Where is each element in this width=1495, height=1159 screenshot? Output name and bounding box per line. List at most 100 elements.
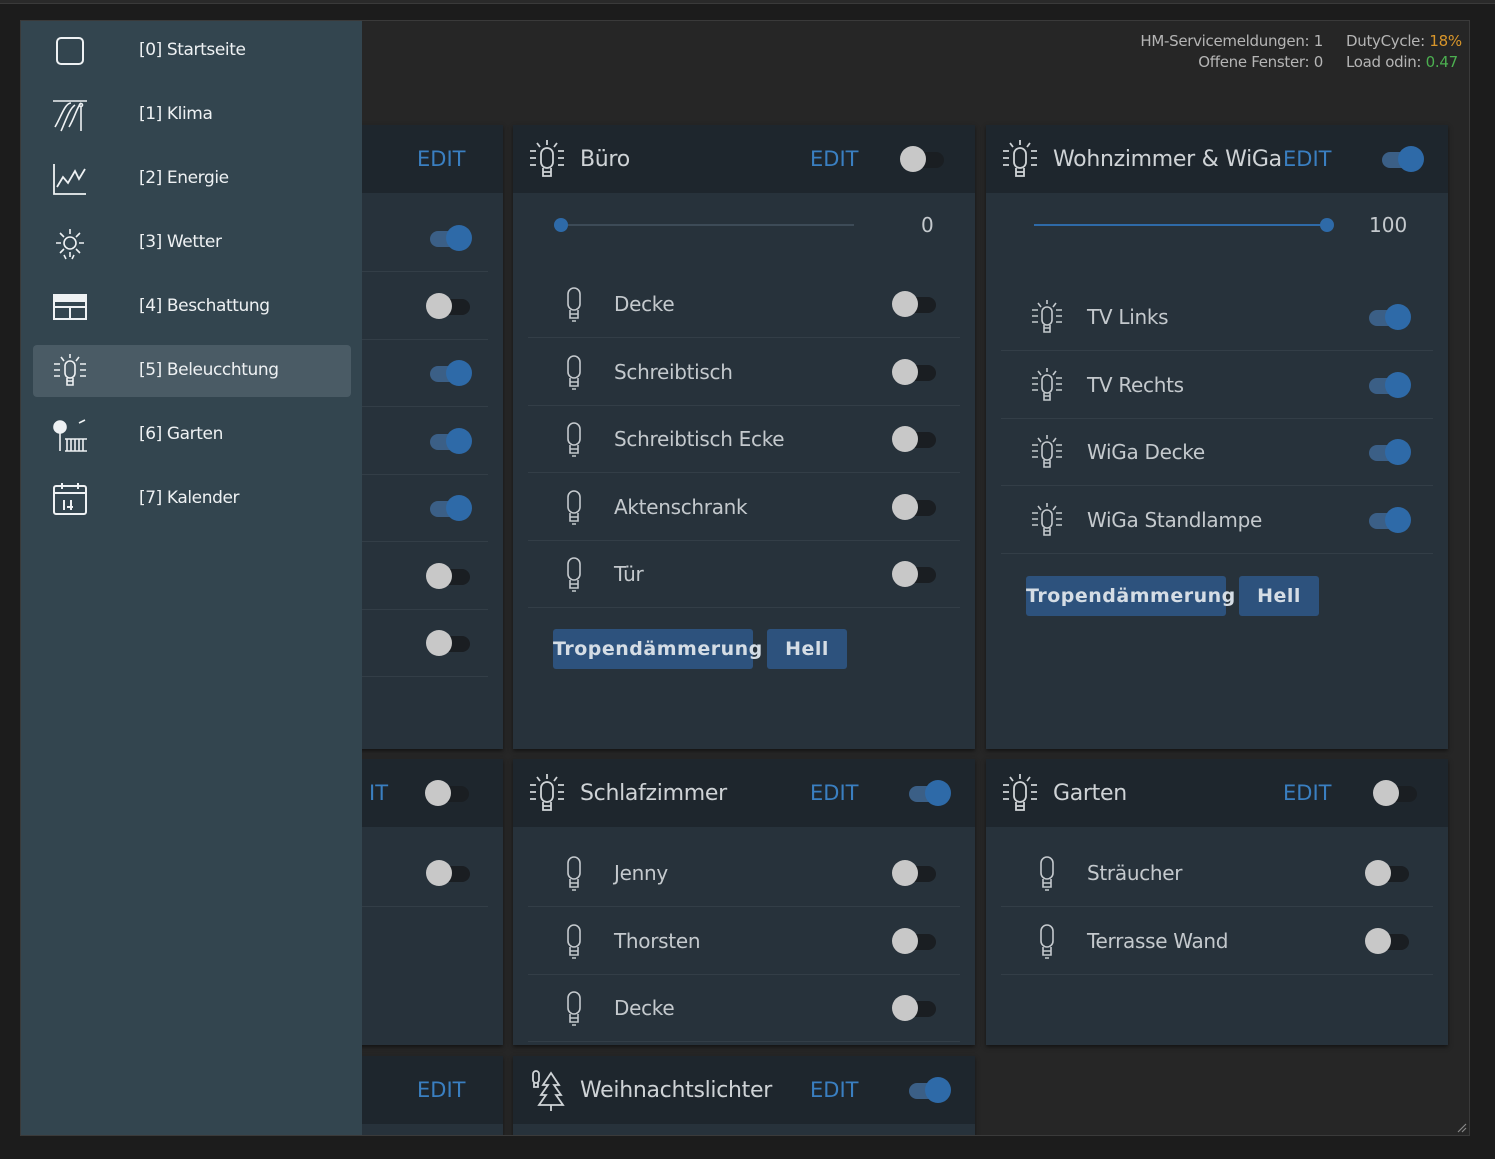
item-toggle[interactable] [426,292,474,320]
resize-grip-icon[interactable] [1455,1121,1467,1133]
sidebar-item-1[interactable]: [1] Klima [33,89,351,141]
card-title: Weihnachtslichter [580,1078,772,1103]
sidebar-item-6[interactable]: [6] Garten [33,409,351,461]
preset-tropen-button[interactable]: Tropendämmerung [553,629,762,669]
item-toggle[interactable] [1365,438,1413,466]
dimmer-value: 100 [1369,213,1408,237]
list-item: Aktenschrank [528,473,960,541]
list-item: TV Rechts [1001,351,1433,419]
item-label: Decke [614,292,675,316]
item-toggle[interactable] [1365,303,1413,331]
service-messages: HM-Servicemeldungen: 1 [1140,32,1323,50]
sidebar-item-7[interactable]: [7] Kalender [33,473,351,525]
item-toggle[interactable] [892,493,940,521]
item-toggle[interactable] [1365,371,1413,399]
dimmer-value: 0 [921,213,934,237]
preset-hell-button[interactable]: Hell [1239,576,1319,616]
card-garten: Garten EDIT Sträucher Terrasse Wand [986,759,1448,1045]
sidebar-item-label: [5] Beleucchtung [139,360,279,380]
master-toggle[interactable] [1378,145,1426,173]
edit-button[interactable]: EDIT [810,781,858,805]
shutter-icon [53,294,87,320]
item-label: TV Rechts [1087,372,1184,397]
item-toggle[interactable] [1365,506,1413,534]
item-toggle[interactable] [426,224,474,252]
card-wohnzimmer: Wohnzimmer & WiGa EDIT 100 TV Links TV Re… [986,125,1448,749]
master-toggle[interactable] [425,779,473,807]
card-header: Garten EDIT [986,759,1448,827]
chart-icon [53,164,86,195]
list-item: Thorsten [528,907,960,975]
sidebar-item-label: [2] Energie [139,168,229,188]
item-label: WiGa Decke [1087,440,1205,464]
bulb-rays-icon [1003,774,1037,811]
item-label: Jenny [614,861,668,885]
sidebar-item-0[interactable]: [0] Startseite [33,25,351,77]
item-toggle[interactable] [892,290,940,318]
bulb-icon [567,923,581,959]
item-toggle[interactable] [426,494,474,522]
edit-button[interactable]: EDIT [810,1078,858,1102]
sidebar-item-label: [6] Garten [139,424,223,444]
edit-button[interactable]: EDIT [810,147,858,171]
edit-button[interactable]: EDIT [417,147,465,171]
item-label: WiGa Standlampe [1087,507,1262,532]
item-label: Schreibtisch [614,359,733,384]
duty-cycle: DutyCycle: 18% [1346,32,1462,50]
item-toggle[interactable] [892,927,940,955]
item-toggle[interactable] [426,859,474,887]
item-toggle[interactable] [892,358,940,386]
dimmer-slider[interactable] [1034,215,1334,235]
master-toggle[interactable] [900,145,948,173]
item-toggle[interactable] [426,562,474,590]
sidebar-item-label: [4] Beschattung [139,296,270,316]
bulb-icon [567,991,581,1026]
card-title: Büro [580,147,630,172]
list-item: Schreibtisch Ecke [528,405,960,473]
list-item: WiGa Decke [1001,418,1433,486]
card-buero: Büro EDIT 0 Decke Schreibtisch Schreibtisc… [513,125,975,749]
master-toggle[interactable] [905,1076,953,1104]
sidebar-item-3[interactable]: [3] Wetter [33,217,351,269]
list-item: Schreibtisch [528,338,960,406]
card-header: Büro EDIT [513,125,975,193]
edit-button[interactable]: EDIT [417,1078,465,1102]
item-toggle[interactable] [1365,859,1413,887]
sidebar-item-2[interactable]: [2] Energie [33,153,351,205]
sidebar-item-label: [3] Wetter [139,232,222,252]
bulb-icon [567,489,581,525]
item-toggle[interactable] [892,994,940,1022]
item-toggle[interactable] [892,859,940,887]
item-toggle[interactable] [426,629,474,657]
bulb-icon [567,856,581,891]
edit-button[interactable]: EDIT [1283,781,1331,805]
card-header: Wohnzimmer & WiGa EDIT [986,125,1448,193]
bulb-rays-icon [1032,367,1062,401]
item-toggle[interactable] [892,560,940,588]
list-item: Terrasse Wand [1001,907,1433,975]
bulb-icon [567,354,581,390]
item-toggle[interactable] [426,427,474,455]
item-toggle[interactable] [426,359,474,387]
list-item: WiGa Standlampe [1001,486,1433,554]
sidebar-item-5[interactable]: [5] Beleucchtung [33,345,351,397]
master-toggle[interactable] [905,779,953,807]
sidebar-item-4[interactable]: [4] Beschattung [33,281,351,333]
bulb-rays-icon [1003,140,1037,177]
edit-button[interactable]: EDIT [1283,147,1331,171]
master-toggle[interactable] [1373,779,1421,807]
item-toggle[interactable] [892,425,940,453]
preset-hell-button[interactable]: Hell [767,629,847,669]
open-windows: Offene Fenster: 0 [1198,53,1323,71]
sidebar-item-label: [1] Klima [139,104,213,124]
sidebar-item-label: [7] Kalender [139,488,240,508]
card-header: Weihnachtslichter EDIT [513,1056,975,1124]
dimmer-slider[interactable] [554,215,854,235]
garden-icon [53,419,87,452]
bulb-icon [1040,923,1054,959]
preset-tropen-button[interactable]: Tropendämmerung [1026,576,1235,616]
item-toggle[interactable] [1365,927,1413,955]
item-label: Decke [614,996,675,1020]
bulb-icon [54,354,86,386]
edit-button[interactable]: IT [369,781,388,805]
